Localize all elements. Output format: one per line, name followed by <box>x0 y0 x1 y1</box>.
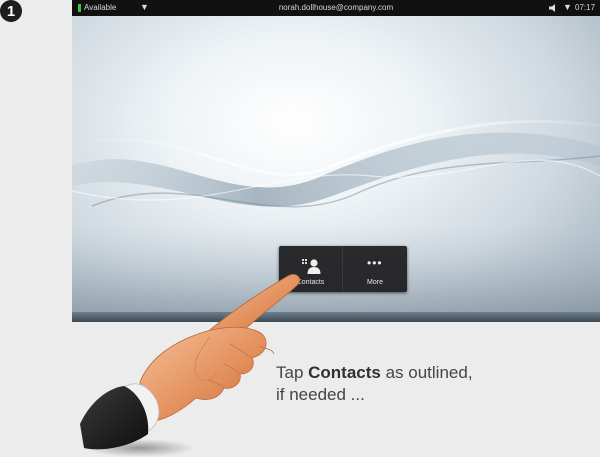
pointing-hand-illustration <box>80 274 301 457</box>
instruction-prefix: Tap <box>276 363 309 382</box>
more-button[interactable]: ••• More <box>343 246 407 292</box>
instruction-line2: if needed ... <box>276 385 365 404</box>
status-bar: Available ▼ norah.dollhouse@company.com … <box>72 0 600 16</box>
instruction-suffix: as outlined, <box>380 363 473 382</box>
more-icon: ••• <box>367 256 383 270</box>
volume-caret-icon[interactable]: ▼ <box>563 2 572 12</box>
clock: 07:17 <box>575 3 596 12</box>
user-address: norah.dollhouse@company.com <box>278 3 394 12</box>
instruction-emphasis: Contacts <box>308 363 381 382</box>
more-label: More <box>367 279 383 286</box>
instruction-text: Tap Contacts as outlined, if needed ... <box>276 362 596 406</box>
step-number-badge: 1 <box>0 0 22 22</box>
volume-icon[interactable] <box>549 3 559 13</box>
